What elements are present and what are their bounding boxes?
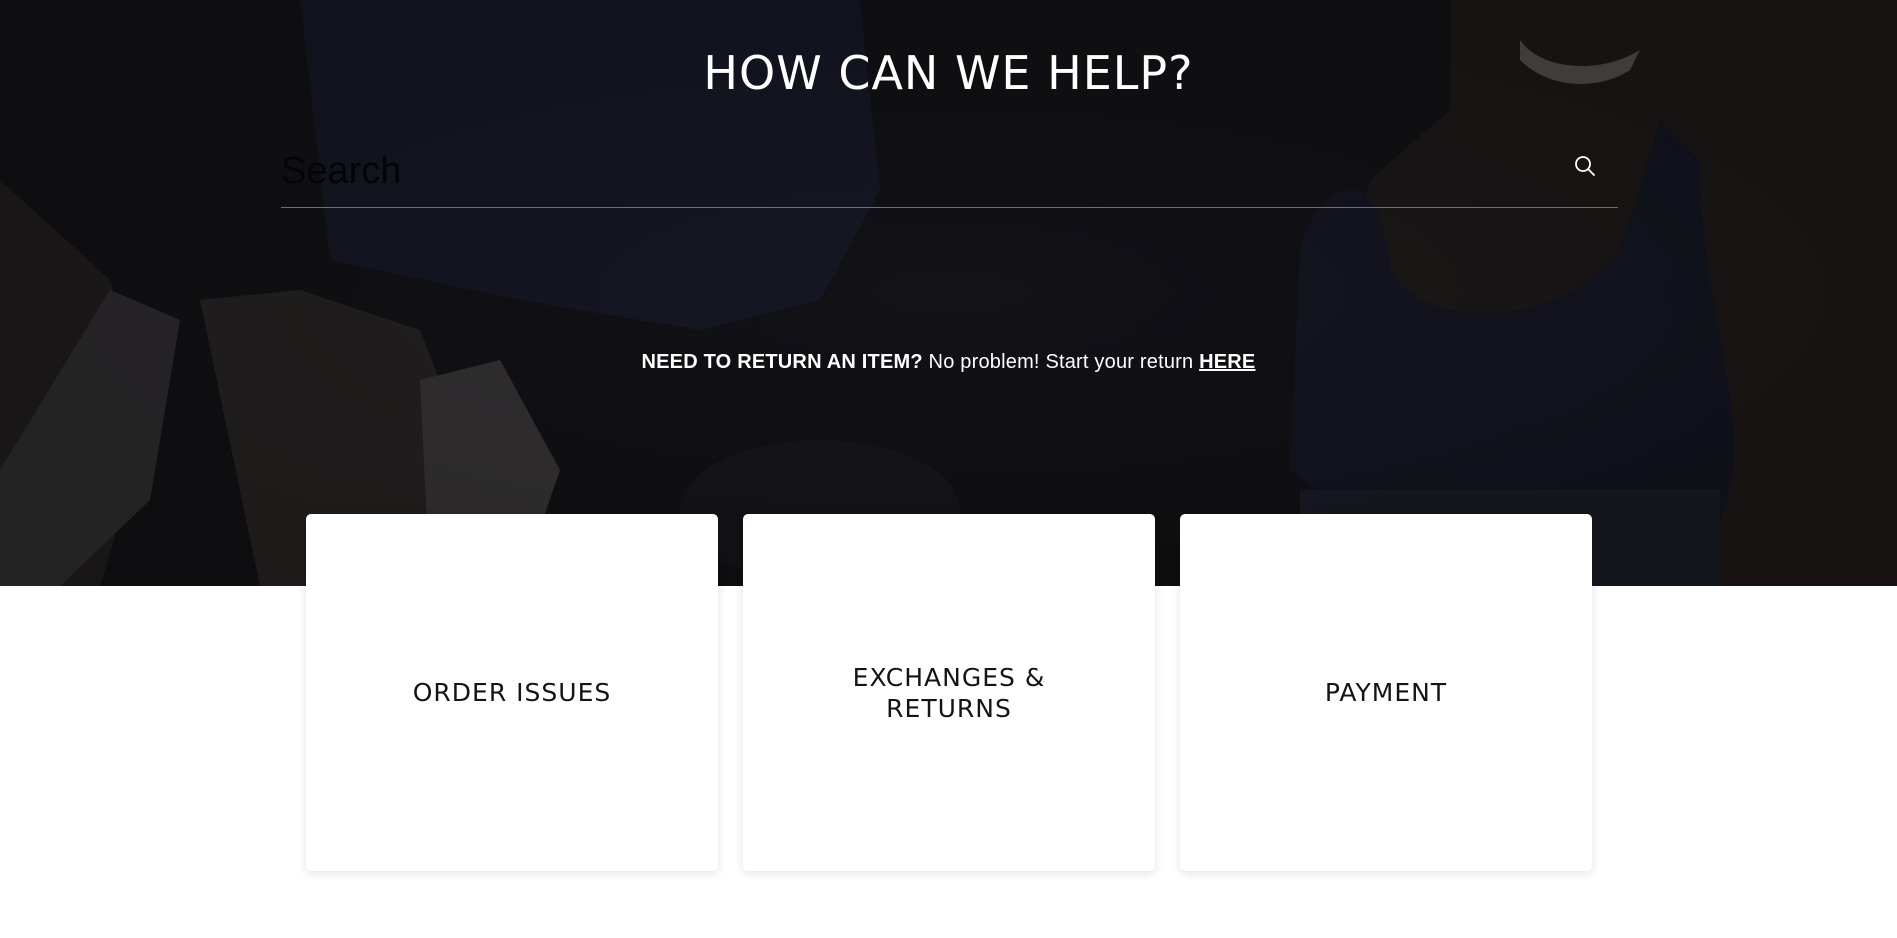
category-card-exchanges-returns[interactable]: EXCHANGES & RETURNS [743, 514, 1155, 871]
category-card-label: EXCHANGES & RETURNS [852, 662, 1046, 723]
search-bar [281, 140, 1618, 208]
search-icon [1575, 155, 1595, 176]
return-banner-text: No problem! Start your return [928, 351, 1194, 373]
page-title: HOW CAN WE HELP? [703, 46, 1194, 100]
search-button[interactable] [1570, 152, 1600, 182]
category-card-order-issues[interactable]: ORDER ISSUES [306, 514, 718, 871]
category-card-label: PAYMENT [1324, 678, 1448, 707]
return-banner-lead: NEED TO RETURN AN ITEM? [641, 351, 923, 373]
hero-banner: HOW CAN WE HELP? NEED TO RETURN AN ITEM?… [0, 0, 1897, 586]
help-categories: ORDER ISSUES EXCHANGES & RETURNS PAYMENT [306, 514, 1594, 871]
return-banner: NEED TO RETURN AN ITEM? No problem! Star… [0, 351, 1897, 374]
category-card-label: ORDER ISSUES [412, 678, 612, 707]
start-return-link[interactable]: HERE [1199, 351, 1255, 373]
search-input[interactable] [281, 140, 1541, 202]
category-card-payment[interactable]: PAYMENT [1180, 514, 1592, 871]
